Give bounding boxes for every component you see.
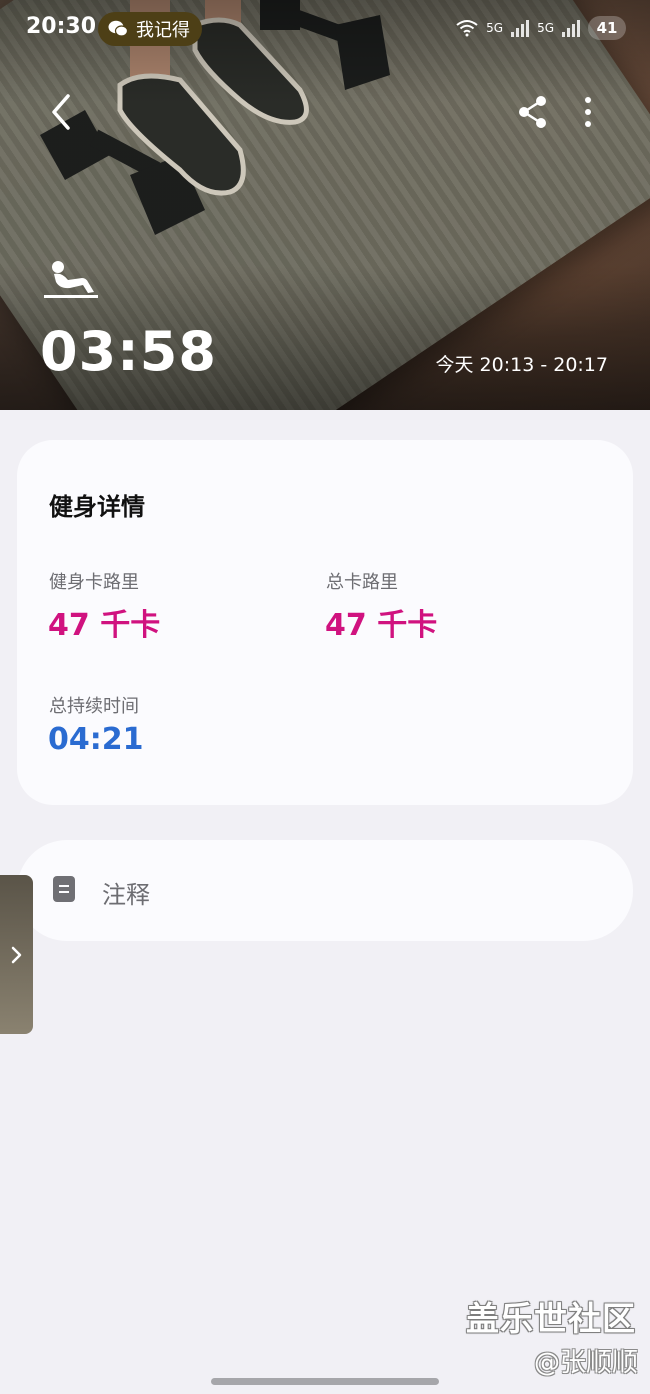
network-label-2: 5G [537, 21, 554, 35]
total-calories-label: 总卡路里 [326, 572, 398, 593]
total-duration-value: 04:21 [48, 722, 144, 757]
signal-icon [562, 19, 580, 37]
edge-panel-handle[interactable] [0, 875, 33, 1034]
notes-field[interactable]: 注释 [17, 840, 633, 941]
workout-hero: 20:30 我记得 5G 5G 41 03:58 今天 20:13 - 20:1… [0, 0, 650, 410]
back-button[interactable] [46, 92, 80, 132]
more-options-button[interactable] [574, 94, 602, 130]
chevron-left-icon [52, 94, 70, 130]
total-calories-value: 47 千卡 [325, 608, 438, 643]
notes-label: 注释 [102, 881, 150, 909]
workout-time-range: 今天 20:13 - 20:17 [435, 354, 609, 376]
wechat-chip-label: 我记得 [136, 20, 190, 41]
battery-icon: 41 [588, 16, 626, 40]
workout-calories-label: 健身卡路里 [49, 572, 139, 593]
status-time: 20:30 [26, 14, 97, 39]
network-label-1: 5G [486, 21, 504, 35]
card-title: 健身详情 [49, 493, 145, 521]
workout-duration: 03:58 [40, 320, 217, 383]
more-vertical-icon [585, 97, 591, 127]
battery-level: 41 [596, 19, 618, 37]
share-button[interactable] [516, 94, 550, 130]
total-duration-label: 总持续时间 [49, 696, 139, 717]
status-icons: 5G 5G 41 [456, 16, 626, 40]
signal-icon [511, 19, 530, 37]
workout-details-card: 健身详情 健身卡路里 47 千卡 总卡路里 47 千卡 总持续时间 04:21 [17, 440, 633, 805]
note-icon [53, 876, 75, 902]
share-icon [519, 96, 546, 128]
watermark-author: @张顺顺 [533, 1348, 638, 1378]
wechat-chip[interactable]: 我记得 [98, 12, 202, 46]
workout-calories-value: 47 千卡 [48, 608, 161, 643]
wechat-icon [108, 20, 128, 37]
chevron-right-icon [11, 946, 22, 964]
sit-up-icon [44, 261, 98, 298]
wifi-icon [456, 20, 478, 37]
home-indicator[interactable] [211, 1378, 439, 1385]
watermark-community: 盖乐世社区 [466, 1299, 636, 1338]
